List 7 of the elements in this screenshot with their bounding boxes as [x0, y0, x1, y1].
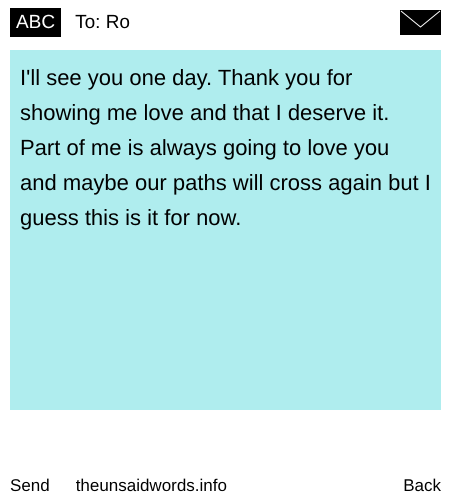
envelope-icon: [400, 10, 441, 35]
input-mode-indicator: ABC: [10, 8, 62, 37]
website-link[interactable]: theunsaidwords.info: [76, 476, 404, 496]
back-softkey[interactable]: Back: [403, 476, 441, 496]
send-softkey[interactable]: Send: [10, 476, 50, 496]
message-field[interactable]: I'll see you one day. Thank you for showing me love and that I deserve it. Part of me is always going to love you and maybe our paths will cross again but I guess this is it for now.: [10, 50, 441, 410]
recipient-label: To: Ro: [75, 12, 131, 34]
